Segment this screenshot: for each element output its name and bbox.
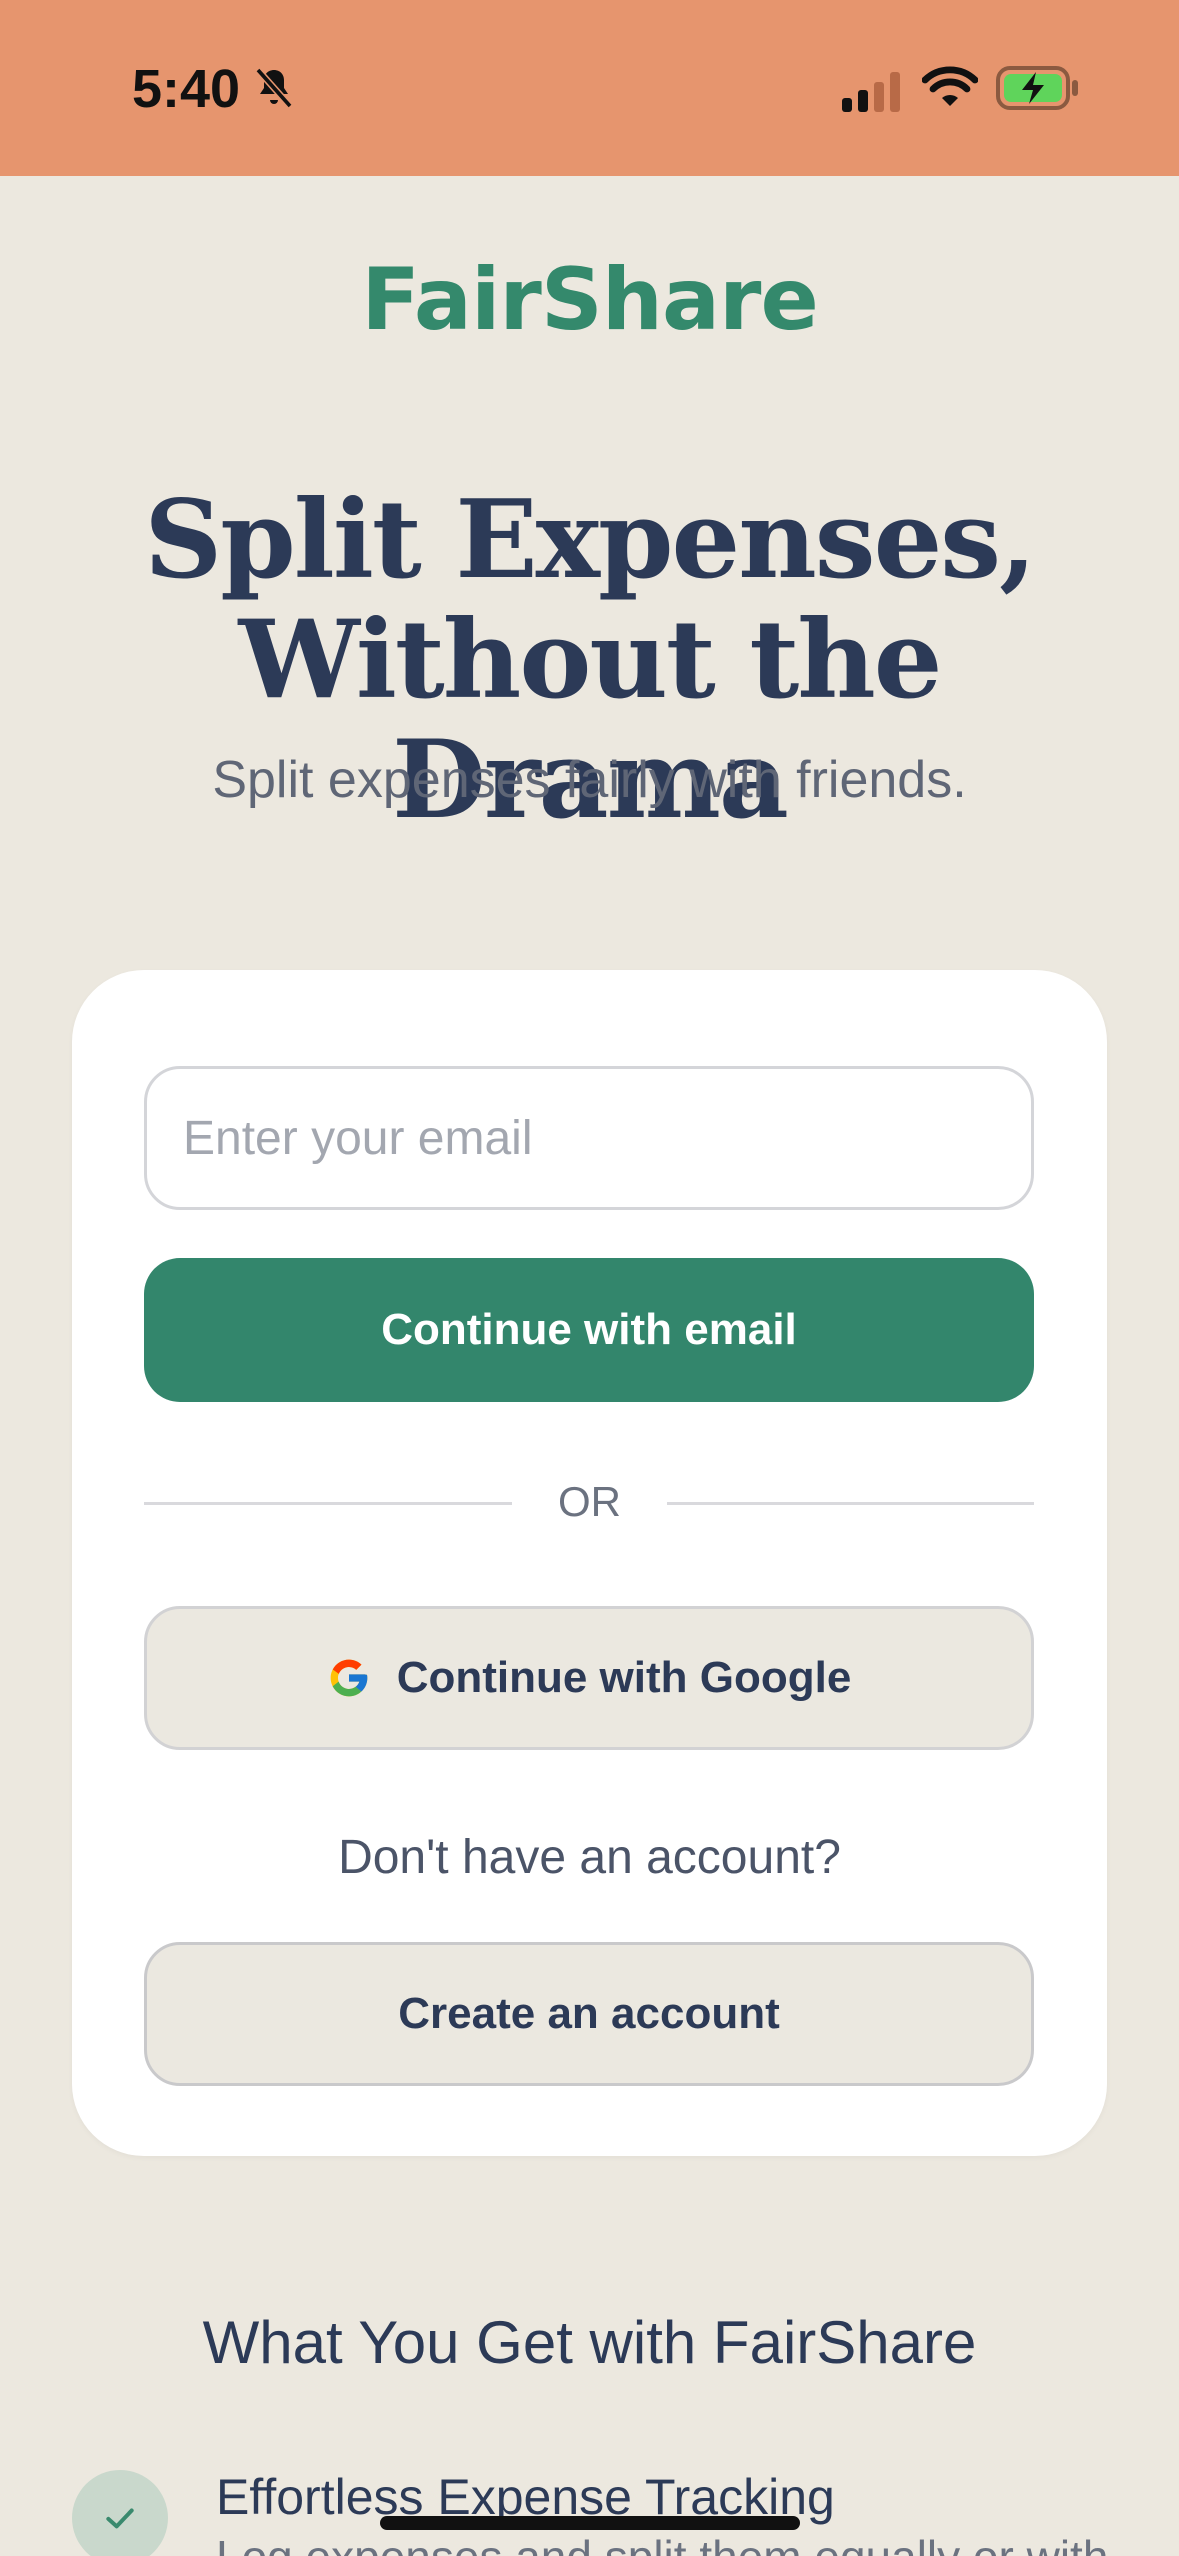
divider-line-right: [667, 1502, 1034, 1505]
create-account-button[interactable]: Create an account: [144, 1942, 1034, 2086]
google-icon: [330, 1659, 368, 1697]
status-bar: 5:40: [0, 0, 1179, 176]
battery-charging-icon: [996, 66, 1078, 110]
auth-card: Continue with email OR Continue with Goo…: [72, 970, 1107, 2156]
divider-label: OR: [558, 1478, 621, 1525]
status-time: 5:40: [132, 59, 241, 119]
hero-subtitle: Split expenses fairly with friends.: [212, 751, 967, 809]
checkmark-icon: [72, 2470, 168, 2556]
home-indicator: [380, 2516, 800, 2530]
feature-item-description: Log expenses and split them equally or w…: [216, 2530, 1108, 2556]
email-input[interactable]: [144, 1066, 1034, 1210]
wifi-icon: [922, 66, 978, 106]
continue-with-email-button[interactable]: Continue with email: [144, 1258, 1034, 1402]
app-logo-text: FairShare: [361, 250, 819, 350]
continue-with-google-button[interactable]: Continue with Google: [144, 1606, 1034, 1750]
divider-line-left: [144, 1502, 512, 1505]
features-heading: What You Get with FairShare: [202, 2309, 977, 2376]
cellular-signal-icon: [842, 72, 900, 112]
google-button-label: Continue with Google: [396, 1653, 852, 1702]
bell-slash-icon: [255, 67, 293, 109]
no-account-prompt: Don't have an account?: [338, 1831, 841, 1884]
